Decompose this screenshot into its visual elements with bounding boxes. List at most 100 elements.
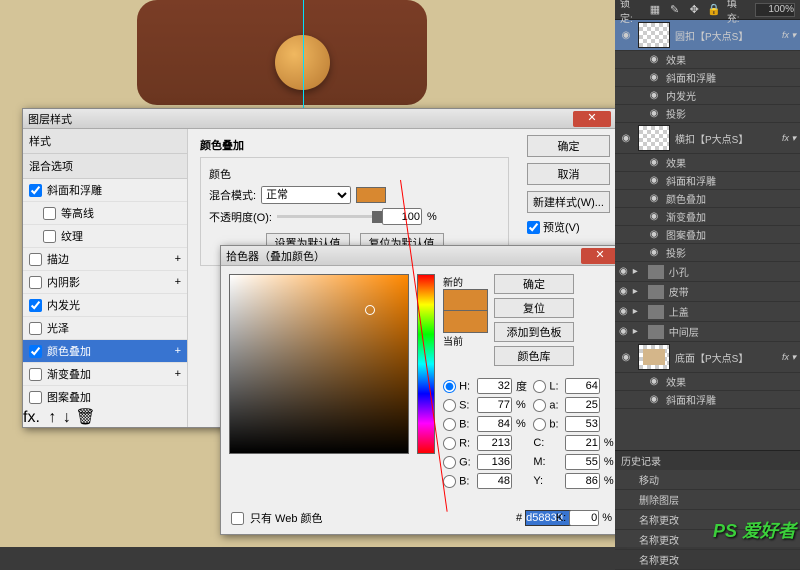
visibility-icon[interactable]: ◉ — [647, 376, 661, 387]
arrow-up-icon[interactable]: ↑ — [48, 409, 56, 426]
new-style-button[interactable]: 新建样式(W)... — [527, 191, 610, 213]
fx-badge[interactable]: fx ▾ — [782, 30, 796, 41]
l-input[interactable] — [565, 378, 600, 394]
layers-panel[interactable]: ◉ 圆扣【P大点S】 fx ▾ ◉效果 ◉斜面和浮雕 ◉内发光 ◉投影 ◉ 横扣… — [615, 20, 800, 450]
visibility-icon[interactable]: ◉ — [647, 394, 661, 405]
expand-icon[interactable]: ▸ — [633, 306, 643, 317]
layer-thumb[interactable] — [638, 125, 670, 151]
effect-texture-check[interactable] — [43, 230, 56, 243]
y-input[interactable] — [565, 473, 600, 489]
web-only-check[interactable] — [231, 512, 244, 525]
expand-icon[interactable]: ▸ — [633, 286, 643, 297]
fx-item[interactable]: ◉斜面和浮雕 — [615, 69, 800, 87]
visibility-icon[interactable]: ◉ — [647, 229, 661, 240]
group-row[interactable]: ◉▸小孔 — [615, 262, 800, 282]
fx-badge[interactable]: fx ▾ — [782, 352, 796, 363]
effect-bevel-check[interactable] — [29, 184, 42, 197]
effect-texture[interactable]: 纹理 — [23, 225, 187, 248]
group-row[interactable]: ◉▸中间层 — [615, 322, 800, 342]
g-input[interactable] — [477, 454, 512, 470]
visibility-icon[interactable]: ◉ — [619, 30, 633, 41]
color-field[interactable] — [229, 274, 409, 454]
fx-label[interactable]: fx — [23, 409, 35, 426]
current-color-preview[interactable] — [443, 311, 488, 333]
expand-icon[interactable]: ▸ — [633, 326, 643, 337]
visibility-icon[interactable]: ◉ — [647, 54, 661, 65]
visibility-icon[interactable]: ◉ — [647, 211, 661, 222]
visibility-icon[interactable]: ◉ — [619, 266, 628, 277]
c-input[interactable] — [565, 435, 600, 451]
b2-radio[interactable] — [533, 418, 546, 431]
lock-all-icon[interactable]: 🔒 — [707, 3, 721, 17]
arrow-down-icon[interactable]: ↓ — [63, 409, 71, 426]
fx-item[interactable]: ◉效果 — [615, 373, 800, 391]
effect-contour-check[interactable] — [43, 207, 56, 220]
styles-header[interactable]: 样式 — [23, 129, 187, 154]
effect-satin[interactable]: 光泽 — [23, 317, 187, 340]
k-input[interactable] — [569, 510, 599, 526]
effect-inner-glow[interactable]: 内发光 — [23, 294, 187, 317]
blend-options-header[interactable]: 混合选项 — [23, 154, 187, 179]
fill-input[interactable] — [755, 3, 795, 17]
fx-item[interactable]: ◉斜面和浮雕 — [615, 391, 800, 409]
layer-thumb[interactable] — [638, 344, 670, 370]
h-radio[interactable] — [443, 380, 456, 393]
effect-gradient-overlay[interactable]: 渐变叠加+ — [23, 363, 187, 386]
r-input[interactable] — [477, 435, 512, 451]
cancel-button[interactable]: 取消 — [527, 163, 610, 185]
history-item[interactable]: 名称更改 — [615, 550, 800, 570]
fx-item[interactable]: ◉渐变叠加 — [615, 208, 800, 226]
g-radio[interactable] — [443, 456, 456, 469]
a-input[interactable] — [565, 397, 600, 413]
b-input[interactable] — [477, 416, 512, 432]
r-radio[interactable] — [443, 437, 456, 450]
color-picker-titlebar[interactable]: 拾色器（叠加颜色） ✕ — [221, 246, 624, 266]
lock-brush-icon[interactable]: ✎ — [668, 3, 682, 17]
effect-contour[interactable]: 等高线 — [23, 202, 187, 225]
visibility-icon[interactable]: ◉ — [647, 175, 661, 186]
b2-input[interactable] — [565, 416, 600, 432]
layer-row[interactable]: ◉ 底面【P大点S】 fx ▾ — [615, 342, 800, 373]
effect-stroke[interactable]: 描边+ — [23, 248, 187, 271]
visibility-icon[interactable]: ◉ — [619, 306, 628, 317]
fx-item[interactable]: ◉投影 — [615, 105, 800, 123]
effect-color-overlay-check[interactable] — [29, 345, 42, 358]
visibility-icon[interactable]: ◉ — [619, 133, 633, 144]
history-item[interactable]: 移动 — [615, 470, 800, 490]
effect-color-overlay[interactable]: 颜色叠加+ — [23, 340, 187, 363]
bb-input[interactable] — [477, 473, 512, 489]
fx-item[interactable]: ◉内发光 — [615, 87, 800, 105]
visibility-icon[interactable]: ◉ — [619, 326, 628, 337]
fx-item[interactable]: ◉效果 — [615, 154, 800, 172]
fx-item[interactable]: ◉投影 — [615, 244, 800, 262]
trash-icon[interactable]: 🗑 — [75, 409, 95, 426]
layer-style-titlebar[interactable]: 图层样式 ✕ — [23, 109, 616, 129]
visibility-icon[interactable]: ◉ — [647, 157, 661, 168]
add-swatch-button[interactable]: 添加到色板 — [494, 322, 574, 342]
opacity-slider[interactable] — [277, 215, 377, 218]
effect-bevel[interactable]: 斜面和浮雕 — [23, 179, 187, 202]
effect-satin-check[interactable] — [29, 322, 42, 335]
group-row[interactable]: ◉▸上盖 — [615, 302, 800, 322]
b-radio[interactable] — [443, 418, 456, 431]
visibility-icon[interactable]: ◉ — [619, 286, 628, 297]
effect-pattern-overlay[interactable]: 图案叠加 — [23, 386, 187, 407]
expand-icon[interactable]: ▸ — [633, 266, 643, 277]
s-input[interactable] — [477, 397, 512, 413]
fx-badge[interactable]: fx ▾ — [782, 133, 796, 144]
preview-check[interactable] — [527, 221, 540, 234]
effect-inner-shadow-check[interactable] — [29, 276, 42, 289]
bb-radio[interactable] — [443, 475, 456, 488]
effect-gradient-overlay-check[interactable] — [29, 368, 42, 381]
visibility-icon[interactable]: ◉ — [619, 352, 633, 363]
effect-pattern-overlay-check[interactable] — [29, 391, 42, 404]
visibility-icon[interactable]: ◉ — [647, 72, 661, 83]
s-radio[interactable] — [443, 399, 456, 412]
color-lib-button[interactable]: 颜色库 — [494, 346, 574, 366]
hue-slider[interactable] — [417, 274, 435, 454]
color-swatch[interactable] — [356, 187, 386, 203]
opacity-input[interactable] — [382, 208, 422, 225]
visibility-icon[interactable]: ◉ — [647, 193, 661, 204]
fx-item[interactable]: ◉效果 — [615, 51, 800, 69]
layer-thumb[interactable] — [638, 22, 670, 48]
